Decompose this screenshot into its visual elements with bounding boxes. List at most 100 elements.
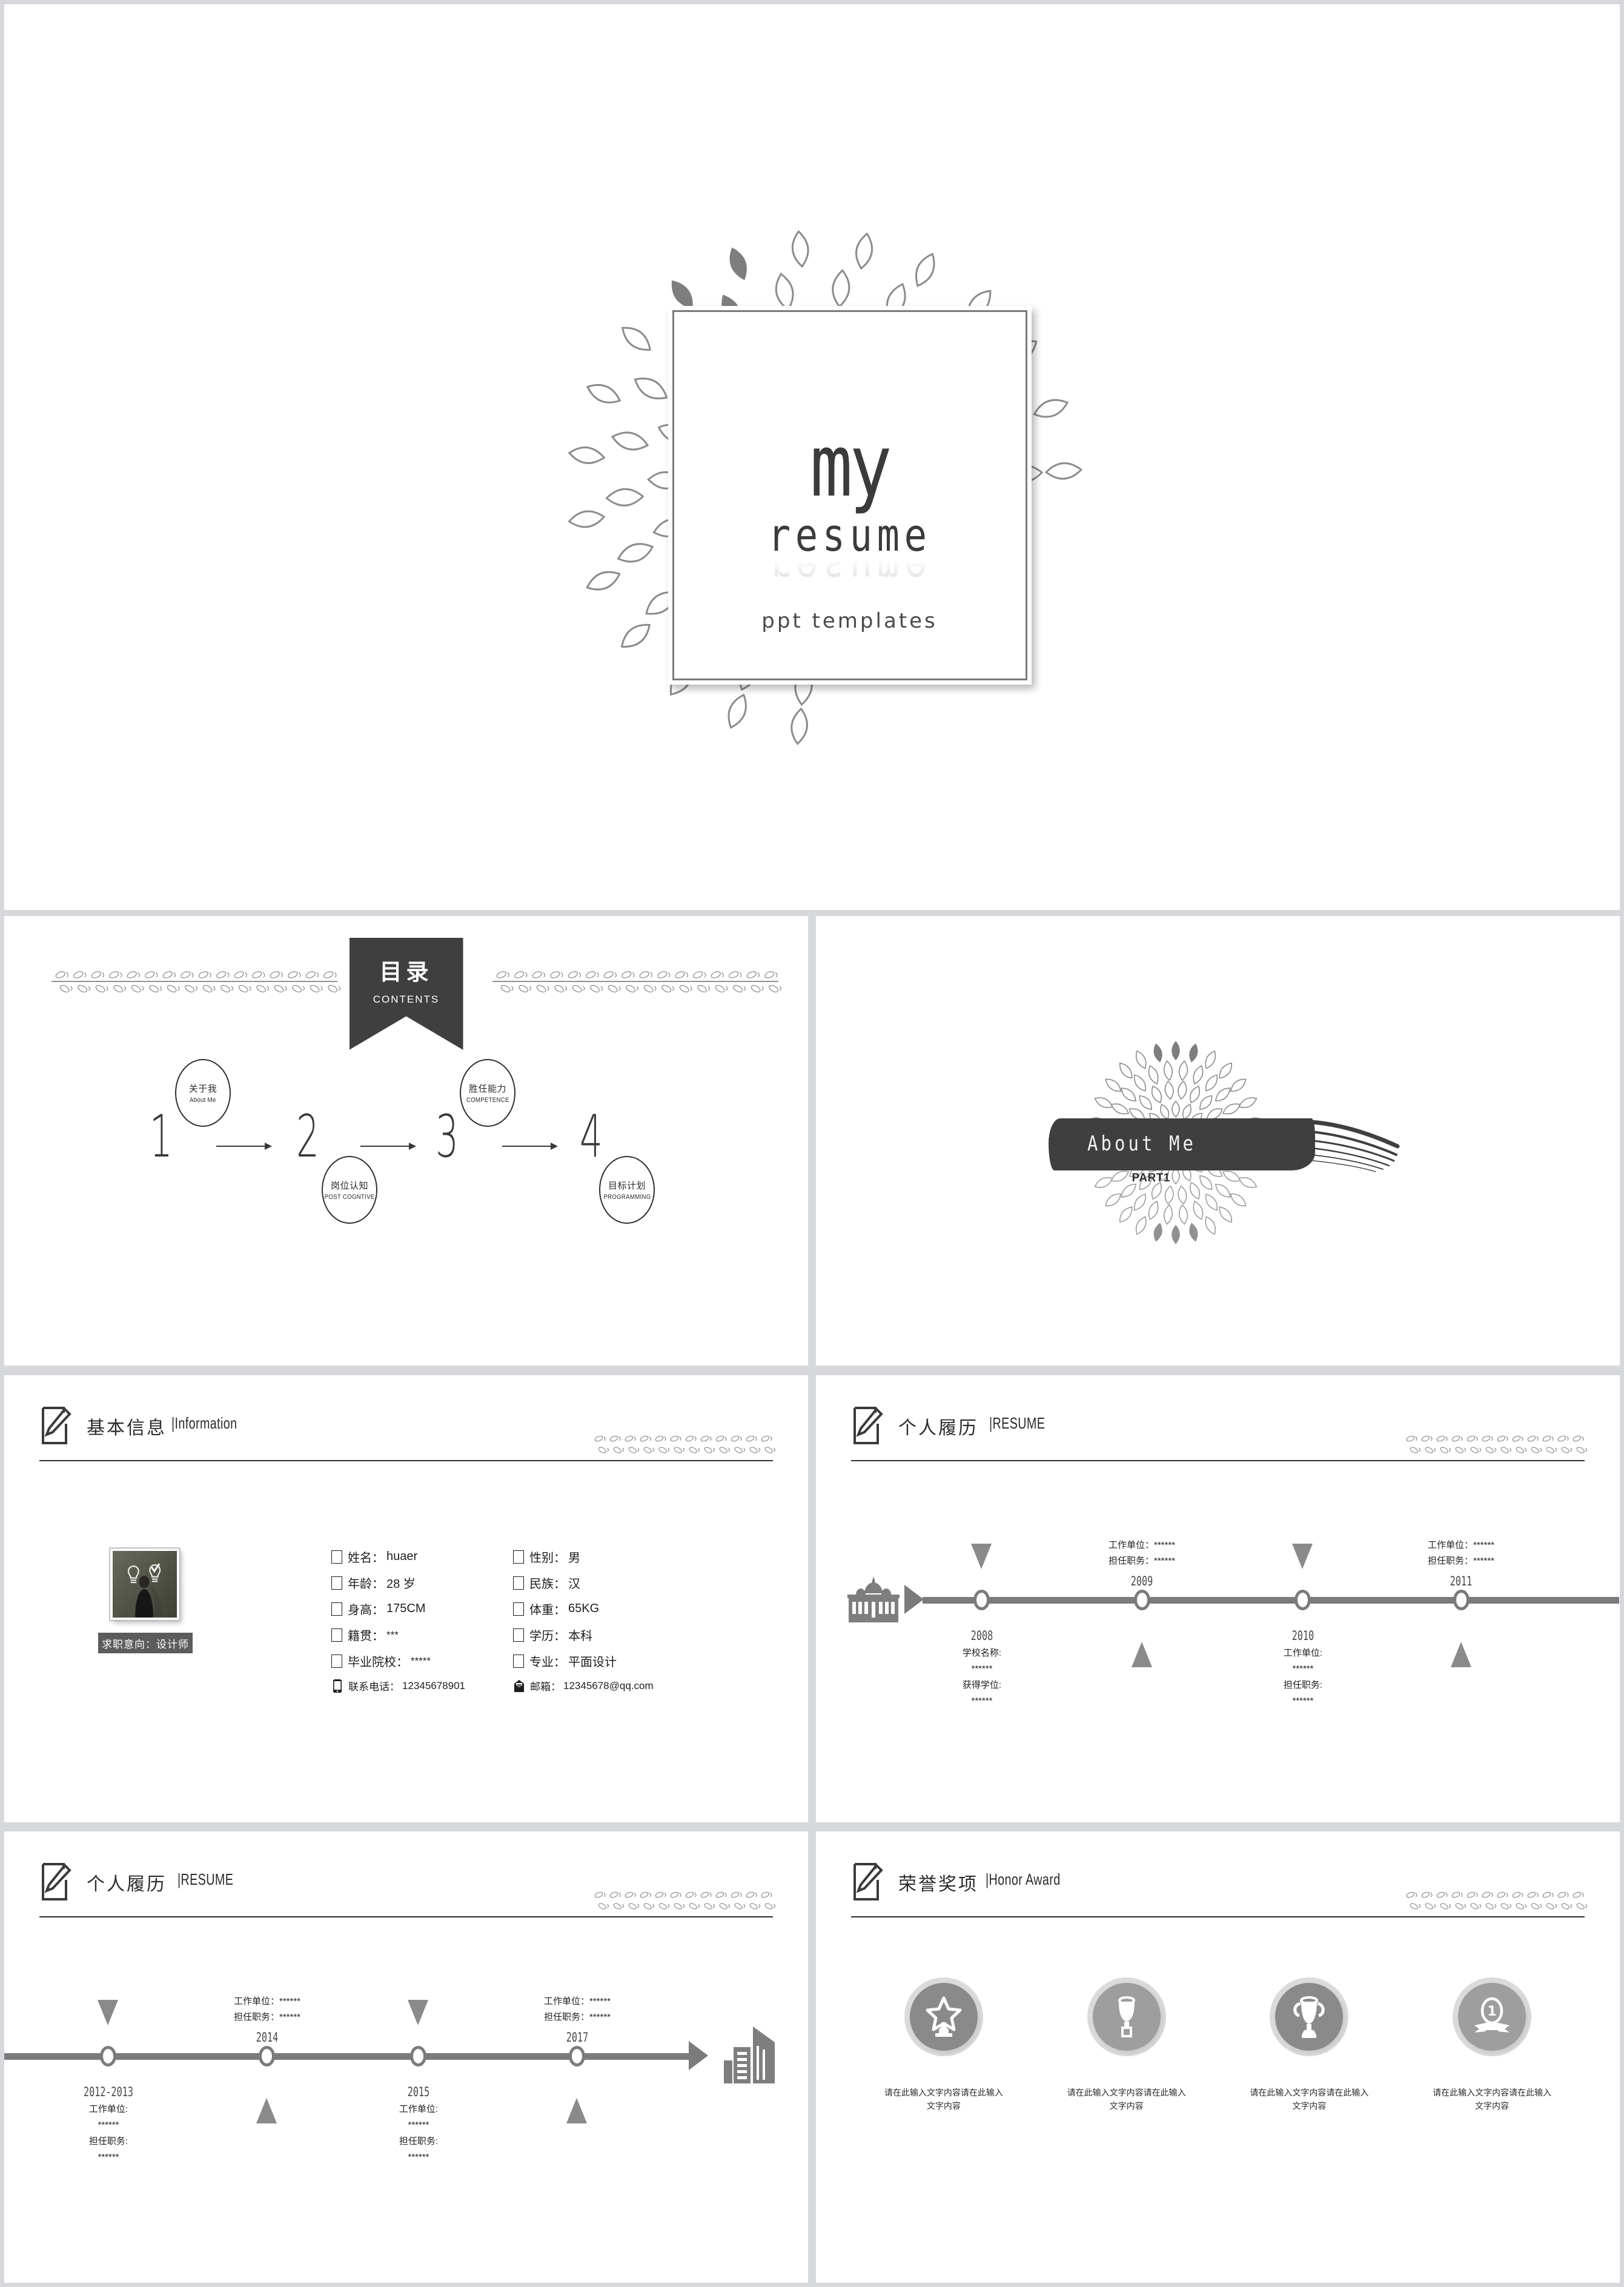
timeline-detail-2-line-2: 担任职务：******	[233, 2012, 301, 2023]
checkbox-icon	[331, 1654, 342, 1668]
timeline-detail-1-line-2: ******	[98, 2120, 119, 2131]
award-item-2[interactable]: 请在此输入文字内容请在此输入文字内容	[1051, 1983, 1202, 2113]
timeline-detail-4-line-1: 工作单位：******	[543, 1996, 611, 2007]
info-label-major: 专业：	[529, 1656, 566, 1669]
timeline-detail-3-line-4: ******	[1292, 1695, 1314, 1706]
checkbox-icon	[331, 1550, 342, 1564]
timeline-end-arrow	[689, 2041, 708, 2070]
toc-number-4: 4	[580, 1103, 603, 1170]
checkbox-icon	[331, 1602, 342, 1616]
timeline-detail-4: 工作单位：****** 担任职务：******	[517, 1994, 638, 2026]
timeline-detail-3-line-3: 担任职务:	[1283, 1679, 1323, 1690]
toc-bubble-2-en: POST COGNTIVE	[324, 1193, 375, 1201]
award-caption-4: 请在此输入文字内容请在此输入文字内容	[1433, 2088, 1552, 2111]
info-label-name: 姓名：	[348, 1552, 384, 1565]
info-field-grid: 姓名： huaer 性别： 男 年龄： 28 岁 民族： 汉 身高： 175CM…	[331, 1548, 725, 1693]
timeline-detail-4-line-2: 担任职务：******	[543, 2012, 611, 2023]
award-badge-4: 1	[1458, 1983, 1526, 2051]
info-field-ethnicity: 民族： 汉	[513, 1574, 707, 1592]
info-label-weight: 体重：	[529, 1604, 566, 1617]
info-field-major: 专业： 平面设计	[513, 1652, 707, 1670]
about-title: About Me	[1087, 1132, 1196, 1156]
info-field-name: 姓名： huaer	[331, 1548, 513, 1565]
timeline-detail-3-line-3: 担任职务:	[399, 2136, 439, 2146]
checkbox-icon	[513, 1576, 524, 1590]
toc-bubble-about-me[interactable]: 关于我 About Me	[175, 1059, 231, 1127]
contents-title-cn: 目录	[379, 960, 433, 984]
resume1-header: 个人履历 |RESUME	[851, 1403, 1588, 1461]
timeline-detail-3-line-1: 工作单位:	[1283, 1648, 1323, 1658]
toc-bubble-4-en: PROGRAMMING	[603, 1193, 651, 1201]
info-label-gender: 性别：	[529, 1552, 566, 1565]
toc-bubble-post-cognitive[interactable]: 岗位认知 POST COGNTIVE	[322, 1156, 377, 1224]
timeline-detail-1-line-1: 工作单位:	[88, 2104, 128, 2114]
toc-bubble-competence[interactable]: 胜任能力 COMPETENCE	[460, 1059, 515, 1127]
info-label-education: 学历：	[529, 1630, 566, 1643]
timeline-marker-down-1	[971, 1544, 992, 1569]
award-caption-2: 请在此输入文字内容请在此输入文字内容	[1067, 2088, 1186, 2111]
timeline-year-1: 2008	[970, 1628, 993, 1643]
pencil-edit-icon	[853, 1863, 883, 1900]
award-item-3[interactable]: 请在此输入文字内容请在此输入文字内容	[1233, 1983, 1385, 2113]
award-item-1[interactable]: 请在此输入文字内容请在此输入文字内容	[868, 1983, 1019, 2113]
info-header-en: |Information	[171, 1414, 237, 1432]
honor-header-en: |Honor Award	[986, 1870, 1061, 1888]
timeline-marker-up-2	[1132, 1642, 1152, 1667]
timeline-detail-2-line-2: 担任职务：******	[1108, 1556, 1176, 1567]
info-header-cn: 基本信息	[87, 1418, 167, 1438]
timeline-detail-2-line-1: 工作单位：******	[1108, 1540, 1176, 1550]
checkbox-icon	[513, 1654, 524, 1668]
timeline-detail-3-line-2: ******	[408, 2120, 429, 2131]
timeline-node-1	[100, 2046, 116, 2066]
info-field-email: 邮箱： 12345678@qq.com	[513, 1678, 707, 1693]
toc-arrow-1-icon	[216, 1143, 272, 1150]
cover-title-main: my	[810, 416, 892, 516]
slide-honor-award: 荣誉奖项 |Honor Award 请在此输入文字内容请在此输入文字内容 请在此…	[816, 1831, 1620, 2283]
info-field-weight: 体重： 65KG	[513, 1600, 707, 1618]
info-field-phone: 联系电话： 12345678901	[331, 1678, 513, 1693]
about-part-label: PART1	[1132, 1172, 1170, 1184]
award-badge-3	[1275, 1983, 1344, 2051]
timeline-node-3	[410, 2046, 426, 2066]
toc-bubble-3-cn: 胜任能力	[468, 1084, 506, 1094]
info-field-hometown: 籍贯： ***	[331, 1626, 513, 1644]
info-value-height: 175CM	[386, 1602, 426, 1615]
slide-deck: my resume resume ppt templates 目录 CONTEN…	[0, 0, 1624, 2287]
cup-trophy-icon	[1118, 1996, 1135, 2037]
handle-trophy-icon	[1293, 1996, 1325, 2038]
resume2-header-rule	[39, 1916, 773, 1917]
timeline-node-2	[1134, 1590, 1150, 1610]
honor-header-cn: 荣誉奖项	[898, 1874, 978, 1894]
timeline-node-1	[973, 1590, 990, 1610]
timeline-year-4: 2011	[1450, 1574, 1473, 1588]
phone-icon	[333, 1679, 342, 1693]
timeline-detail-3: 工作单位: ****** 担任职务: ******	[364, 2102, 473, 2165]
contents-steps: 1 2 3 4 关于我 About Me 岗位认知 POST COGNTIVE …	[4, 1037, 808, 1255]
honor-header: 荣誉奖项 |Honor Award	[851, 1859, 1588, 1917]
info-value-email: 12345678@qq.com	[563, 1679, 654, 1691]
contents-title-en: CONTENTS	[373, 994, 440, 1005]
info-value-gender: 男	[568, 1552, 580, 1565]
timeline-detail-1-line-4: ******	[971, 1695, 993, 1706]
envelope-icon	[514, 1679, 524, 1692]
info-value-weight: 65KG	[568, 1602, 600, 1615]
pencil-edit-icon	[42, 1407, 71, 1444]
award-item-4[interactable]: 1 请在此输入文字内容请在此输入文字内容	[1416, 1983, 1568, 2113]
info-body: 求职意向：设计师 姓名： huaer 性别： 男 年龄： 28 岁 民族： 汉 …	[4, 1548, 808, 1693]
info-field-school: 毕业院校： *****	[331, 1652, 513, 1670]
timeline-detail-3-line-2: ******	[1292, 1664, 1314, 1675]
svg-text:1: 1	[1487, 2004, 1496, 2019]
slide-about-me: About Me PART1	[816, 916, 1620, 1366]
cover-title-sub: resume	[767, 510, 932, 562]
checkbox-icon	[513, 1550, 524, 1564]
toc-bubble-2-cn: 岗位认知	[330, 1181, 368, 1191]
info-label-ethnicity: 民族：	[529, 1578, 566, 1591]
info-label-school: 毕业院校：	[348, 1656, 408, 1669]
toc-bubble-programming[interactable]: 目标计划 PROGRAMMING	[599, 1156, 655, 1224]
info-value-hometown: ***	[386, 1628, 399, 1641]
slide-basic-information: 基本信息 |Information 求职意向：设计师 姓名： huaer 性别：…	[4, 1375, 808, 1822]
honor-header-rule	[851, 1916, 1585, 1917]
timeline-detail-2: 工作单位：****** 担任职务：******	[207, 1994, 328, 2026]
checkbox-icon	[331, 1628, 342, 1642]
slide-contents: 目录 CONTENTS 1 2 3 4 关于我 About Me 岗位认知 PO…	[4, 916, 808, 1366]
